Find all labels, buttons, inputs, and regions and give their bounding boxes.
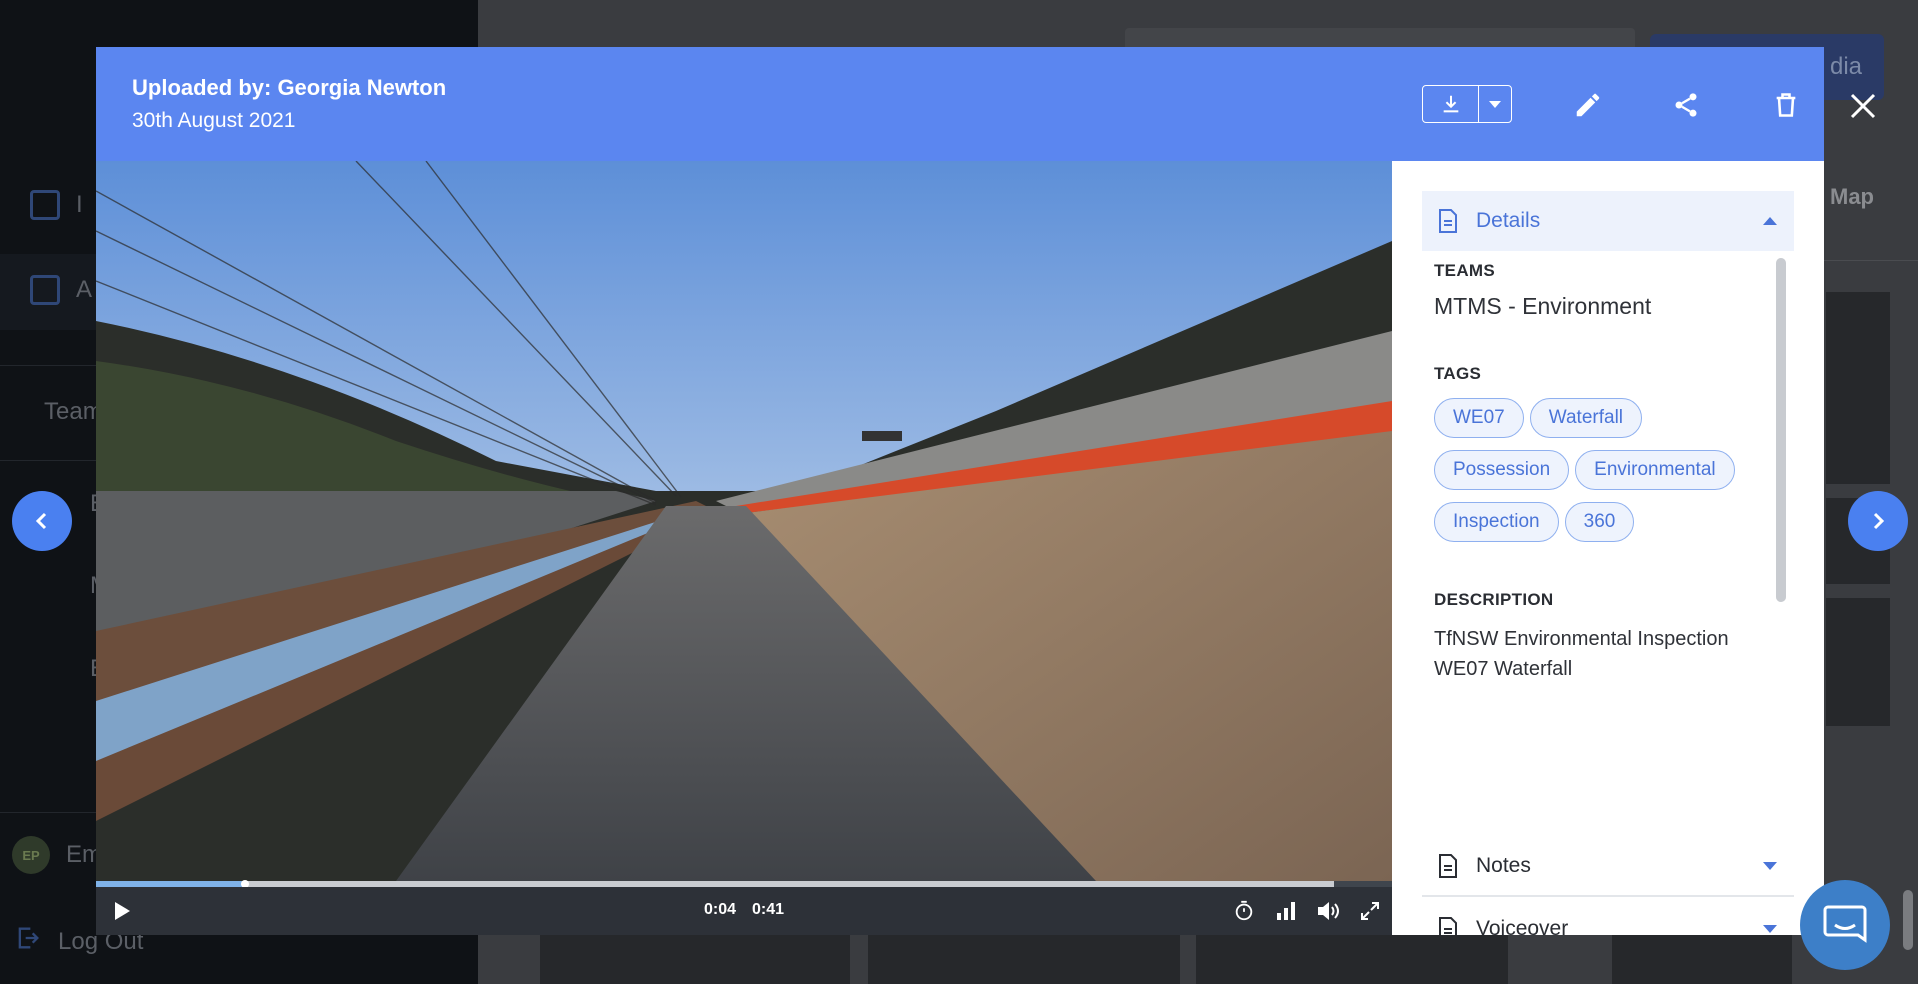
upload-button-label: dia bbox=[1829, 53, 1862, 80]
chevron-right-icon bbox=[1873, 512, 1885, 530]
quality-button[interactable] bbox=[1272, 897, 1300, 925]
tag-chip[interactable]: Possession bbox=[1434, 450, 1570, 490]
team-value: MTMS - Environment bbox=[1434, 293, 1652, 319]
next-media-button[interactable] bbox=[1848, 491, 1908, 551]
tags-label: TAGS bbox=[1434, 364, 1482, 383]
logout-icon bbox=[14, 924, 42, 959]
teams-label: TEAMS bbox=[1434, 261, 1495, 280]
gallery-thumbnail[interactable] bbox=[1612, 935, 1792, 984]
stopwatch-icon bbox=[1235, 900, 1253, 921]
details-accordion-header[interactable]: Details bbox=[1422, 191, 1794, 251]
page-scrollbar[interactable] bbox=[1903, 890, 1913, 950]
media-viewer-modal: Uploaded by: Georgia Newton 30th August … bbox=[96, 47, 1824, 935]
description-label: DESCRIPTION bbox=[1434, 590, 1554, 609]
edit-button[interactable] bbox=[1568, 85, 1608, 125]
chat-icon bbox=[1823, 905, 1867, 943]
chevron-left-icon bbox=[35, 512, 47, 530]
sidebar-item-label: A bbox=[76, 276, 93, 303]
uploader-name: Uploaded by: Georgia Newton bbox=[132, 75, 447, 100]
modal-header: Uploaded by: Georgia Newton 30th August … bbox=[96, 47, 1392, 161]
gallery-thumbnail[interactable] bbox=[1826, 292, 1890, 484]
fullscreen-button[interactable] bbox=[1356, 897, 1384, 925]
voiceover-accordion-header[interactable]: Voiceover bbox=[1422, 899, 1794, 935]
teams-heading: Team bbox=[44, 398, 103, 425]
pencil-icon bbox=[1576, 93, 1600, 117]
sidebar-teams-heading: Team bbox=[44, 398, 103, 426]
play-icon bbox=[115, 902, 130, 920]
voiceover-title: Voiceover bbox=[1476, 917, 1569, 935]
sidebar-item-label: I bbox=[76, 191, 83, 218]
chevron-down-icon bbox=[1489, 101, 1501, 108]
tag-chip[interactable]: Waterfall bbox=[1529, 398, 1643, 438]
sidebar-user[interactable]: EP Em bbox=[12, 836, 102, 874]
current-time: 0:04 bbox=[704, 901, 737, 918]
chevron-down-icon bbox=[1763, 862, 1777, 870]
fullscreen-icon bbox=[1361, 902, 1379, 920]
gallery-thumbnail[interactable] bbox=[1826, 598, 1890, 726]
sidebar-item-gallery[interactable]: A bbox=[30, 275, 92, 305]
gallery-thumbnail[interactable] bbox=[868, 935, 1180, 984]
media-toolbar bbox=[1392, 47, 1824, 161]
chevron-down-icon bbox=[1763, 925, 1777, 933]
trash-icon bbox=[1776, 93, 1796, 117]
tag-chip[interactable]: Inspection bbox=[1434, 502, 1559, 542]
tag-chip[interactable]: WE07 bbox=[1434, 398, 1524, 438]
scrollbar-thumb[interactable] bbox=[1776, 258, 1786, 602]
close-modal-button[interactable] bbox=[1850, 88, 1876, 126]
document-icon bbox=[1439, 209, 1457, 233]
play-button[interactable] bbox=[108, 897, 136, 925]
upload-date: 30th August 2021 bbox=[132, 109, 296, 132]
details-scrollbar[interactable] bbox=[1776, 258, 1786, 602]
share-button[interactable] bbox=[1666, 85, 1706, 125]
video-frame bbox=[96, 161, 1392, 881]
volume-button[interactable] bbox=[1314, 897, 1342, 925]
avatar: EP bbox=[12, 836, 50, 874]
chat-launcher-button[interactable] bbox=[1800, 880, 1890, 970]
duration: 0:41 bbox=[752, 901, 785, 918]
tag-chip[interactable]: Environmental bbox=[1575, 450, 1735, 490]
gallery-thumbnail[interactable] bbox=[540, 935, 850, 984]
tab-map-label: Map bbox=[1830, 184, 1874, 209]
media-details-panel: Details TEAMS MTMS - Environment TAGS WE… bbox=[1392, 161, 1824, 935]
previous-media-button[interactable] bbox=[12, 491, 72, 551]
video-player[interactable]: 0:04 0:41 bbox=[96, 161, 1392, 935]
delete-button[interactable] bbox=[1766, 85, 1806, 125]
volume-icon bbox=[1318, 902, 1339, 920]
tag-chip[interactable]: 360 bbox=[1564, 502, 1635, 542]
document-icon bbox=[1439, 917, 1457, 935]
notes-accordion-header[interactable]: Notes bbox=[1422, 837, 1794, 897]
description-text: TfNSW Environmental Inspection WE07 Wate… bbox=[1434, 624, 1774, 684]
details-content: TEAMS MTMS - Environment TAGS WE07 Water… bbox=[1434, 261, 1774, 684]
signal-bars-icon bbox=[1277, 902, 1295, 920]
description-line: WE07 Waterfall bbox=[1434, 658, 1573, 680]
share-icon bbox=[1675, 93, 1697, 117]
details-title: Details bbox=[1476, 209, 1541, 232]
tab-map[interactable]: Map bbox=[1830, 184, 1874, 210]
download-button[interactable] bbox=[1423, 86, 1479, 122]
close-icon bbox=[1850, 93, 1876, 119]
profile-icon bbox=[30, 190, 60, 220]
video-controls: 0:04 0:41 bbox=[96, 887, 1392, 935]
gallery-icon bbox=[30, 275, 60, 305]
description-line: TfNSW Environmental Inspection bbox=[1434, 628, 1729, 650]
chevron-up-icon bbox=[1763, 217, 1777, 225]
tag-list: WE07 Waterfall Possession Environmental … bbox=[1434, 398, 1774, 542]
document-icon bbox=[1439, 854, 1457, 878]
download-icon bbox=[1443, 95, 1458, 113]
notes-title: Notes bbox=[1476, 854, 1531, 877]
gallery-thumbnail[interactable] bbox=[1196, 935, 1508, 984]
download-options-button[interactable] bbox=[1479, 86, 1511, 122]
sidebar-item-profile[interactable]: I bbox=[30, 190, 83, 220]
download-button-group bbox=[1422, 85, 1512, 123]
playback-speed-button[interactable] bbox=[1230, 897, 1258, 925]
